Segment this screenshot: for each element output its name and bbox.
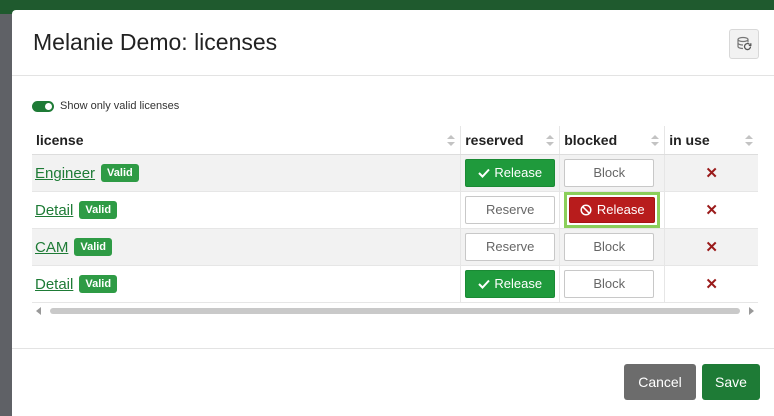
scroll-right-icon[interactable]: [749, 307, 754, 315]
license-cell: Detail Valid: [32, 265, 461, 303]
license-cell: Engineer Valid: [32, 154, 461, 192]
table-row: Engineer Valid Release Block ✕: [32, 154, 758, 192]
blocked-cell: Block: [559, 265, 665, 303]
column-header-blocked[interactable]: blocked: [559, 126, 665, 155]
scrollbar-thumb[interactable]: [50, 308, 740, 314]
in-use-cell: ✕: [664, 228, 758, 266]
status-badge: Valid: [101, 163, 139, 182]
not-in-use-icon: ✕: [705, 164, 718, 182]
in-use-cell: ✕: [664, 191, 758, 229]
table-row: CAM Valid Reserve Block ✕: [32, 228, 758, 266]
sort-icon: [546, 135, 555, 146]
block-button[interactable]: Block: [564, 158, 655, 187]
status-badge: Valid: [74, 237, 113, 256]
in-use-cell: ✕: [664, 154, 758, 192]
in-use-cell: ✕: [664, 265, 758, 303]
column-header-in-use[interactable]: in use: [664, 126, 758, 155]
license-link[interactable]: Detail: [35, 202, 73, 219]
save-button[interactable]: Save: [702, 364, 760, 400]
ban-icon: [580, 203, 592, 216]
licenses-table: license reserved blocked in use Engineer…: [32, 126, 758, 303]
status-badge: Valid: [79, 200, 118, 219]
license-link[interactable]: Detail: [35, 276, 73, 293]
highlight-frame: Release: [564, 191, 661, 228]
block-button[interactable]: Block: [564, 232, 655, 261]
blocked-cell: Block: [559, 228, 665, 266]
release-reservation-button[interactable]: Release: [465, 158, 556, 187]
licenses-dialog: Melanie Demo: licenses Show only valid l…: [12, 10, 774, 416]
valid-filter-toggle-row[interactable]: Show only valid licenses: [32, 100, 179, 112]
blocked-cell: Release: [559, 191, 665, 229]
valid-filter-label: Show only valid licenses: [60, 100, 180, 112]
dialog-header: Melanie Demo: licenses: [12, 10, 774, 76]
valid-filter-switch[interactable]: [32, 100, 54, 112]
dialog-title: Melanie Demo: licenses: [33, 29, 278, 55]
license-link[interactable]: CAM: [35, 239, 68, 256]
not-in-use-icon: ✕: [705, 275, 718, 293]
check-icon: [478, 279, 491, 289]
blocked-cell: Block: [559, 154, 665, 192]
table-row: Detail Valid Reserve Release ✕: [32, 191, 758, 229]
not-in-use-icon: ✕: [705, 238, 718, 256]
sort-icon: [651, 135, 660, 146]
reserved-cell: Reserve: [460, 228, 560, 266]
reserved-cell: Release: [460, 265, 560, 303]
reserved-cell: Reserve: [460, 191, 560, 229]
refresh-database-icon: [737, 36, 752, 51]
license-cell: CAM Valid: [32, 228, 461, 266]
license-link[interactable]: Engineer: [35, 165, 95, 182]
column-header-license[interactable]: license: [32, 126, 461, 155]
block-button[interactable]: Block: [564, 269, 655, 298]
refresh-button[interactable]: [729, 29, 759, 59]
reserve-button[interactable]: Reserve: [465, 232, 556, 261]
dialog-footer: Cancel Save: [12, 348, 774, 416]
table-header-row: license reserved blocked in use: [32, 126, 758, 155]
release-reservation-button[interactable]: Release: [465, 269, 556, 298]
table-row: Detail Valid Release Block ✕: [32, 265, 758, 303]
reserve-button[interactable]: Reserve: [465, 195, 556, 224]
sort-icon: [447, 135, 456, 146]
scroll-left-icon[interactable]: [36, 307, 41, 315]
license-cell: Detail Valid: [32, 191, 461, 229]
column-header-reserved[interactable]: reserved: [460, 126, 560, 155]
horizontal-scrollbar[interactable]: [32, 305, 758, 317]
check-icon: [478, 168, 491, 178]
cancel-button[interactable]: Cancel: [624, 364, 696, 400]
sort-icon: [745, 135, 753, 146]
release-block-button[interactable]: Release: [569, 196, 656, 223]
reserved-cell: Release: [460, 154, 560, 192]
not-in-use-icon: ✕: [705, 201, 718, 219]
status-badge: Valid: [79, 274, 118, 293]
